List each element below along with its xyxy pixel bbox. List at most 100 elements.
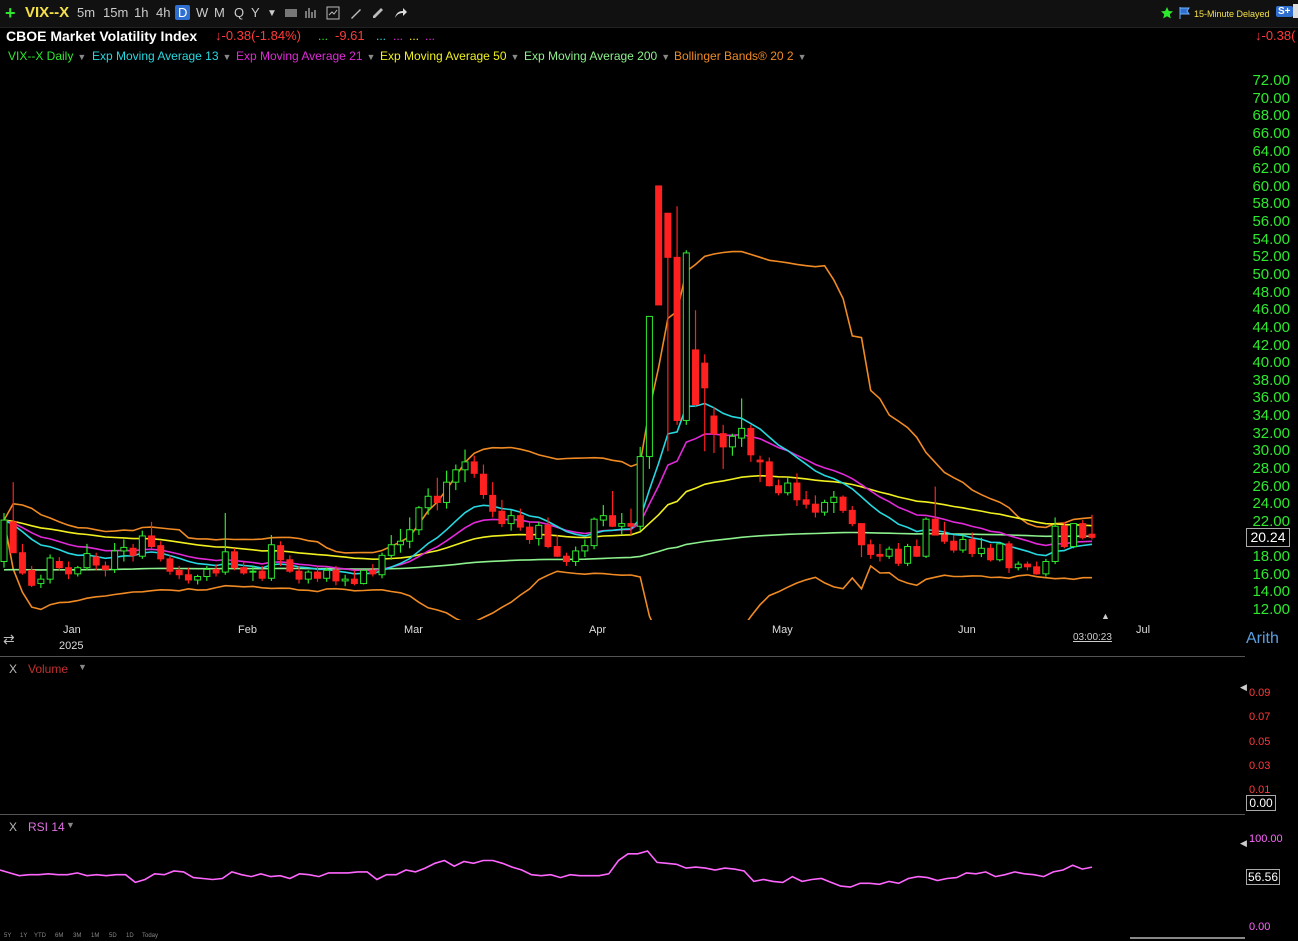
candle-body[interactable] [387,544,395,556]
candle-body[interactable] [627,523,635,527]
candle-body[interactable] [562,555,570,563]
candle-body[interactable] [221,551,229,573]
candle-body[interactable] [83,553,91,569]
rsi-dropdown-icon[interactable]: ▼ [66,820,75,830]
candle-body[interactable] [46,557,54,580]
candle-body[interactable] [452,469,460,483]
candle-body[interactable] [793,482,801,501]
candle-body[interactable] [406,529,414,542]
candle-body[interactable] [609,515,617,527]
candle-body[interactable] [498,510,506,525]
candle-body[interactable] [360,569,368,585]
candle-body[interactable] [968,538,976,555]
close-volume-icon[interactable]: X [9,662,17,676]
candle-body[interactable] [295,570,303,580]
candle-body[interactable] [18,552,26,574]
candle-body[interactable] [516,515,524,528]
candle-body[interactable] [184,574,192,581]
candle-body[interactable] [553,546,561,557]
candle-body[interactable] [544,524,552,548]
candle-body[interactable] [249,570,257,573]
candle-body[interactable] [489,494,497,512]
range-5y[interactable]: 5Y [4,933,11,939]
candle-body[interactable] [286,559,294,572]
indicators-icon[interactable] [326,6,340,20]
candle-body[interactable] [618,523,626,527]
candle-body[interactable] [719,433,727,448]
candle-body[interactable] [885,548,893,557]
rsi-chart[interactable] [0,832,1245,932]
candle-body[interactable] [931,518,939,536]
candle-body[interactable] [240,567,248,574]
candle-body[interactable] [304,571,312,580]
candle-body[interactable] [74,567,82,575]
range-5d[interactable]: 5D [109,933,117,939]
candle-body[interactable] [157,545,165,560]
annotate-icon[interactable] [371,6,385,20]
candle-body[interactable] [821,501,829,513]
draw-pencil-icon[interactable] [349,6,363,20]
candle-body[interactable] [148,535,156,548]
candle-body[interactable] [1070,523,1078,548]
candle-body[interactable] [369,569,377,575]
candle-body[interactable] [55,561,63,569]
range-ytd[interactable]: YTD [34,933,46,939]
candle-body[interactable] [848,509,856,525]
candle-body[interactable] [138,535,146,557]
chart-type-icon[interactable] [284,6,298,20]
candle-body[interactable] [28,569,36,586]
candle-body[interactable] [701,362,709,389]
candle-body[interactable] [1079,523,1087,539]
legend-price[interactable]: VIX--X Daily ▼ [8,49,86,63]
candle-body[interactable] [1088,533,1096,538]
candle-body[interactable] [507,515,515,525]
candle-body[interactable] [111,550,119,570]
candle-body[interactable] [857,523,865,546]
candle-body[interactable] [913,546,921,557]
range-1m[interactable]: 1M [91,933,99,939]
candle-body[interactable] [710,415,718,435]
candle-body[interactable] [940,534,948,542]
candle-body[interactable] [747,427,755,456]
candle-body[interactable] [682,252,690,421]
legend-ema13[interactable]: Exp Moving Average 13 ▼ [92,49,231,63]
candle-body[interactable] [1042,561,1050,575]
scroll-up-icon[interactable]: ▲ [1101,611,1110,621]
candle-body[interactable] [765,461,773,487]
interval-weekly[interactable]: W [196,5,208,20]
pane-divider[interactable] [0,656,1245,657]
s-plus-badge[interactable]: S+ [1276,6,1293,17]
interval-15m[interactable]: 15m [103,5,128,20]
candle-body[interactable] [396,540,404,546]
candle-body[interactable] [839,496,847,511]
interval-4h[interactable]: 4h [156,5,170,20]
candle-body[interactable] [572,550,580,563]
candle-body[interactable] [876,553,884,557]
candle-body[interactable] [802,499,810,505]
candle-body[interactable] [0,519,8,563]
pane-divider[interactable] [0,814,1245,815]
candle-body[interactable] [1051,525,1059,563]
candle-body[interactable] [756,459,764,463]
candle-body[interactable] [1005,543,1013,569]
candle-body[interactable] [175,569,183,576]
candle-body[interactable] [922,518,930,557]
candle-body[interactable] [894,548,902,564]
candle-body[interactable] [950,540,958,551]
candle-body[interactable] [673,256,681,421]
price-chart[interactable] [0,65,1245,620]
range-6m[interactable]: 6M [55,933,63,939]
candle-body[interactable] [526,526,534,540]
interval-5m[interactable]: 5m [77,5,95,20]
candle-body[interactable] [636,456,644,527]
candle-body[interactable] [92,556,100,566]
candle-body[interactable] [433,495,441,503]
candle-body[interactable] [479,473,487,496]
candle-body[interactable] [655,185,663,306]
candle-body[interactable] [258,570,266,579]
candle-body[interactable] [645,315,653,458]
volume-title[interactable]: Volume [28,662,68,676]
legend-ema21[interactable]: Exp Moving Average 21 ▼ [236,49,375,63]
candle-body[interactable] [277,545,285,561]
candle-body[interactable] [1023,563,1031,568]
